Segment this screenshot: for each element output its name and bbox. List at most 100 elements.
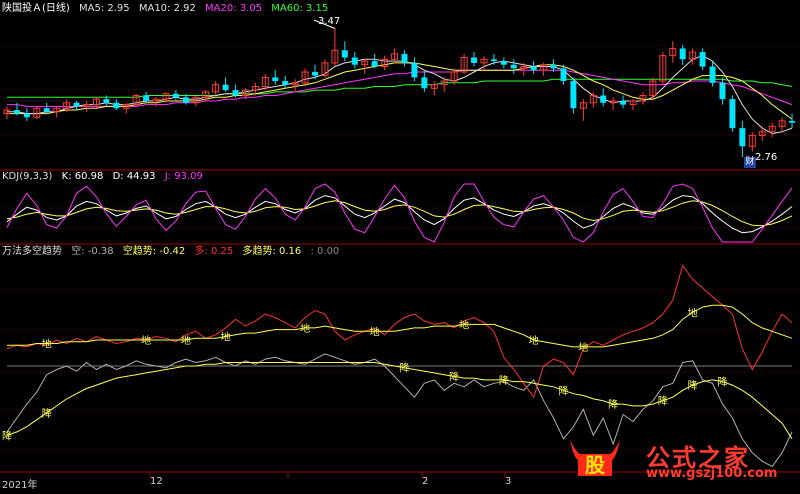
- duo-value: 0.25: [211, 246, 234, 257]
- di-marker: 地: [300, 322, 310, 335]
- duo-line: [6, 264, 793, 399]
- candle-body-down: [182, 97, 189, 103]
- candle-body-down: [709, 66, 716, 83]
- candle-body-down: [421, 77, 428, 89]
- main-panel-header: 陕国投Ａ(日线) MA5: 2.95 MA10: 2.92 MA20: 3.05…: [2, 3, 334, 15]
- gu-logo-char: 股: [585, 453, 605, 477]
- candle-body-down: [172, 93, 179, 98]
- di-marker: 地: [459, 318, 469, 331]
- candle-body-down: [222, 84, 229, 91]
- candle-body-down: [113, 102, 120, 109]
- candle-body-down: [471, 57, 478, 63]
- candle-body-down: [550, 64, 557, 69]
- zero-name: :: [310, 246, 314, 257]
- candle-body-down: [560, 68, 567, 82]
- candle-body-down: [620, 100, 627, 105]
- low-price-label: 2.76: [755, 152, 778, 163]
- candle-body-down: [73, 102, 80, 107]
- kongqushi-name: 空趋势:: [122, 246, 157, 257]
- di-marker: 地: [578, 341, 588, 354]
- kdj-d-label: D: 44.93: [113, 171, 156, 182]
- date-label-2021: 2021年: [2, 480, 38, 491]
- duo-name: 多:: [194, 246, 208, 257]
- candle-body-down: [103, 99, 110, 103]
- candle-body-down: [679, 48, 686, 60]
- watermark: 股 公式之家 www.gszj100.com: [566, 436, 786, 482]
- ma5-value: 2.95: [107, 3, 130, 14]
- di-marker: 地: [688, 306, 698, 319]
- candle-body-down: [143, 95, 150, 101]
- candle-body-down: [401, 53, 408, 63]
- kdj-k-label: K: 60.98: [62, 171, 104, 182]
- cai-badge: 财: [744, 157, 756, 168]
- duoqushi-name: 多趋势:: [242, 246, 276, 257]
- date-label-12: 12: [150, 476, 163, 487]
- jiang-marker: 降: [499, 374, 509, 387]
- kdj-k-line: [6, 195, 793, 234]
- candle-body-down: [490, 59, 497, 62]
- kdj-d-value: 44.93: [126, 171, 156, 182]
- jiang-marker: 降: [42, 407, 52, 420]
- ma20-name: MA20:: [205, 3, 237, 14]
- zero-label: : 0.00: [310, 246, 339, 257]
- duoqushi-label: 多趋势: 0.16: [242, 246, 301, 257]
- ma60-name: MA60:: [271, 3, 303, 14]
- candle-body-down: [23, 113, 30, 118]
- jiang-marker: 降: [717, 376, 727, 389]
- gu-logo-icon: 股: [566, 436, 624, 482]
- kdj-k-value: 60.98: [74, 171, 104, 182]
- candle-body-down: [699, 52, 706, 67]
- duoqushi-value: 0.16: [279, 246, 302, 257]
- date-label-2: 2: [422, 476, 429, 487]
- candle-body-down: [570, 81, 577, 109]
- ma5-name: MA5:: [79, 3, 105, 14]
- ma10-line: [7, 62, 793, 120]
- kdj-title: KDJ(9,3,3): [2, 171, 53, 182]
- main-title: 陕国投Ａ(日线): [2, 3, 70, 14]
- candle-body-down: [13, 110, 20, 114]
- kongqushi-label: 空趋势: -0.42: [123, 246, 185, 257]
- kong-value: -0.38: [87, 246, 114, 257]
- jiang-marker: 降: [399, 362, 409, 375]
- ma20-value: 3.05: [239, 3, 263, 14]
- candle-body-down: [282, 81, 289, 85]
- kdj-j-name: J:: [164, 171, 172, 182]
- di-marker: 地: [370, 325, 380, 338]
- wanfa-panel-header: 万法多空趋势 空: -0.38 空趋势: -0.42 多: 0.25 多趋势: …: [2, 246, 345, 258]
- kdj-k-name: K:: [61, 171, 72, 182]
- candle-body-down: [341, 50, 348, 58]
- candle-body-down: [43, 108, 50, 112]
- date-label-3: 3: [505, 476, 512, 487]
- ma60-line: [7, 78, 793, 98]
- jiang-marker: 降: [558, 384, 568, 397]
- candle-body-down: [739, 128, 746, 147]
- candle-body-down: [411, 62, 418, 78]
- candle-body-down: [500, 61, 507, 65]
- candle-body-down: [312, 71, 319, 76]
- jiang-marker: 降: [449, 370, 459, 383]
- candle-body-down: [272, 77, 279, 82]
- candle-body-down: [600, 95, 607, 103]
- candle-body-down: [371, 61, 378, 67]
- ma20-label: MA20: 3.05: [205, 3, 262, 14]
- kdj-j-value: 93.09: [174, 171, 203, 182]
- duoqushi-line: [7, 304, 793, 348]
- chart-stage: 地地地地地地地地地地降降降降降降降降降降: [0, 0, 800, 490]
- candle-body-down: [789, 120, 796, 123]
- candle-body-down: [729, 99, 736, 129]
- duo-label: 多: 0.25: [194, 246, 233, 257]
- candle-body-down: [719, 82, 726, 100]
- wanfa-title: 万法多空趋势: [2, 246, 62, 257]
- watermark-url: www.gszj100.com: [646, 466, 778, 481]
- di-marker: 地: [141, 334, 151, 347]
- ma60-label: MA60: 3.15: [271, 3, 328, 14]
- di-marker: 地: [181, 334, 191, 347]
- high-price-label: 3.47: [318, 16, 341, 27]
- di-marker: 地: [42, 337, 52, 350]
- kdj-panel-header: KDJ(9,3,3) K: 60.98 D: 44.93 J: 93.09: [2, 171, 209, 183]
- di-marker: 地: [529, 334, 539, 347]
- kdj-d-name: D:: [112, 171, 124, 182]
- ma5-line: [7, 55, 793, 135]
- ma5-label: MA5: 2.95: [79, 3, 130, 14]
- chart-canvas: 地地地地地 地地地地地降降降降 降降降 降降降: [0, 19, 800, 478]
